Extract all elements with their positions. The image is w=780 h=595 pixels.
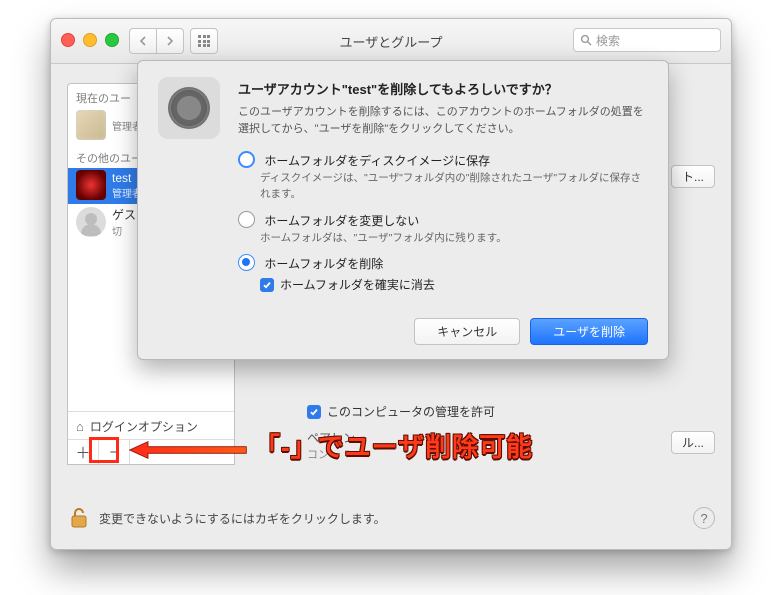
lock-text: 変更できないようにするにはカギをクリックします。 bbox=[99, 510, 386, 527]
option-delete-folder[interactable]: ホームフォルダを削除 ホームフォルダを確実に消去 bbox=[238, 254, 646, 293]
option-keep-folder[interactable]: ホームフォルダを変更しない ホームフォルダは、"ユーザ"フォルダ内に残ります。 bbox=[238, 211, 646, 247]
checkbox-checked-icon bbox=[260, 278, 274, 292]
radio-checked-icon bbox=[238, 254, 255, 271]
avatar bbox=[76, 170, 106, 200]
search-icon bbox=[580, 34, 592, 46]
option-hint: ディスクイメージは、"ユーザ"フォルダ内の"削除されたユーザ"フォルダに保存され… bbox=[260, 171, 646, 203]
delete-user-button[interactable]: ユーザを削除 bbox=[530, 318, 648, 345]
login-options-label: ログインオプション bbox=[90, 418, 198, 435]
radio-icon bbox=[238, 211, 255, 228]
option-hint: ホームフォルダは、"ユーザ"フォルダ内に残ります。 bbox=[260, 231, 646, 247]
user-role: 切 bbox=[112, 223, 136, 238]
annotation-text: 「-」でユーザ削除可能 bbox=[254, 427, 533, 464]
user-name: ゲス bbox=[112, 206, 136, 223]
annotation-highlight-box bbox=[89, 437, 119, 463]
delete-user-dialog: ユーザアカウント"test"を削除してもよろしいですか？ このユーザアカウントを… bbox=[137, 60, 669, 360]
admin-checkbox-row[interactable]: このコンピュータの管理を許可 bbox=[307, 403, 495, 420]
parental-controls-button[interactable]: ル... bbox=[671, 431, 715, 454]
radio-icon bbox=[238, 151, 255, 168]
dialog-desc: このユーザアカウントを削除するには、このアカウントのホームフォルダの処置を選択し… bbox=[238, 104, 646, 137]
guest-icon bbox=[76, 207, 106, 237]
unlock-icon[interactable] bbox=[67, 506, 91, 530]
search-placeholder: 検索 bbox=[596, 32, 620, 49]
search-field[interactable]: 検索 bbox=[573, 28, 721, 52]
open-button[interactable]: ト... bbox=[671, 165, 715, 188]
cancel-button[interactable]: キャンセル bbox=[414, 318, 520, 345]
checkbox-checked-icon bbox=[307, 405, 321, 419]
secure-erase-checkbox[interactable]: ホームフォルダを確実に消去 bbox=[260, 276, 646, 293]
avatar bbox=[76, 110, 106, 140]
prefs-gear-icon bbox=[158, 77, 220, 139]
help-button[interactable]: ? bbox=[693, 507, 715, 529]
dialog-actions: キャンセル ユーザを削除 bbox=[414, 318, 648, 345]
option-label: ホームフォルダをディスクイメージに保存 bbox=[264, 154, 490, 168]
option-save-image[interactable]: ホームフォルダをディスクイメージに保存 ディスクイメージは、"ユーザ"フォルダ内… bbox=[238, 151, 646, 203]
login-options[interactable]: ⌂ ログインオプション bbox=[68, 411, 234, 440]
dialog-options: ホームフォルダをディスクイメージに保存 ディスクイメージは、"ユーザ"フォルダ内… bbox=[238, 151, 646, 293]
dialog-title: ユーザアカウント"test"を削除してもよろしいですか？ bbox=[238, 79, 646, 98]
lock-row: 変更できないようにするにはカギをクリックします。 ? bbox=[67, 503, 715, 533]
secure-erase-label: ホームフォルダを確実に消去 bbox=[280, 276, 435, 293]
option-label: ホームフォルダを削除 bbox=[264, 257, 383, 271]
option-label: ホームフォルダを変更しない bbox=[264, 214, 419, 228]
admin-checkbox-label: このコンピュータの管理を許可 bbox=[327, 403, 495, 420]
titlebar: ユーザとグループ 検索 bbox=[51, 19, 731, 64]
home-icon: ⌂ bbox=[76, 419, 84, 434]
